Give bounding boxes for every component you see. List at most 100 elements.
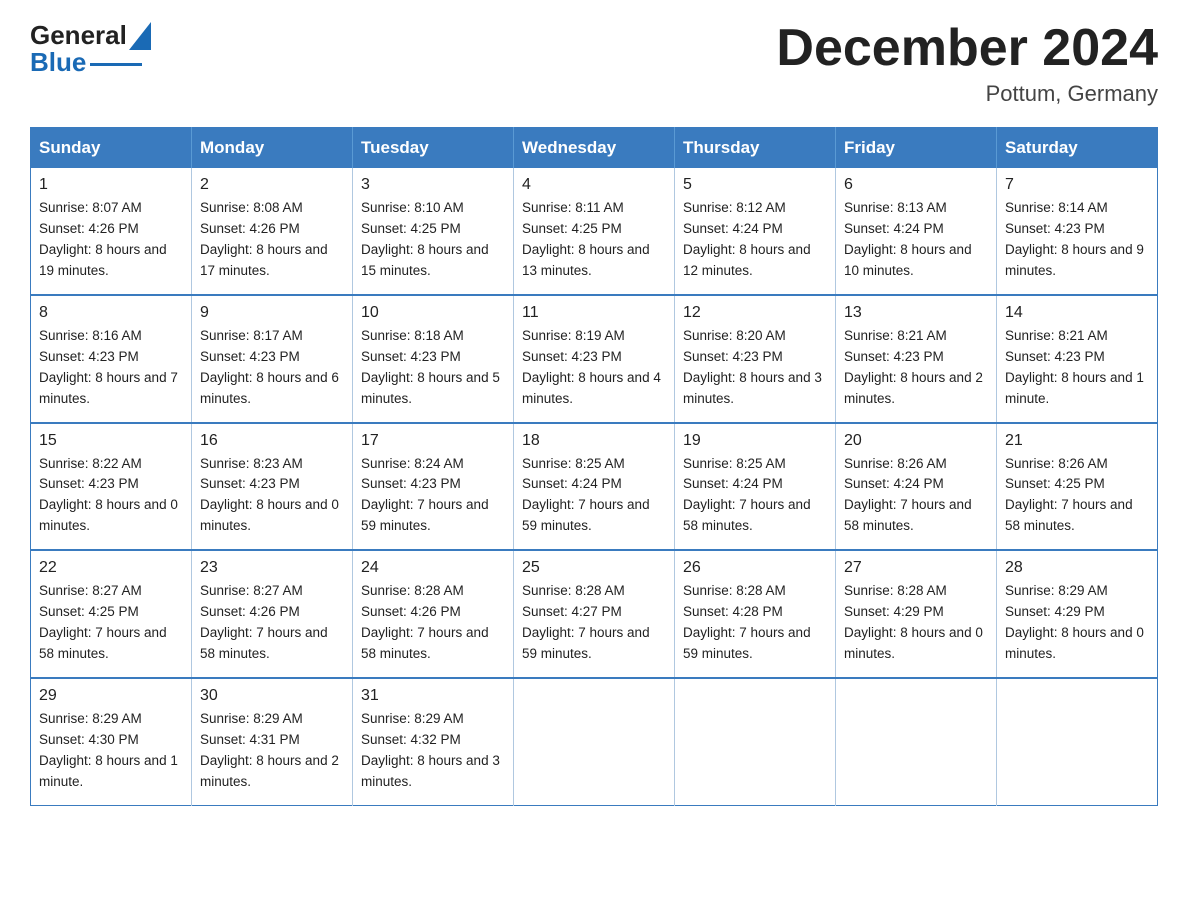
calendar-cell: 26 Sunrise: 8:28 AMSunset: 4:28 PMDaylig… xyxy=(675,550,836,678)
day-number: 16 xyxy=(200,432,344,450)
day-number: 6 xyxy=(844,176,988,194)
day-number: 1 xyxy=(39,176,183,194)
day-number: 24 xyxy=(361,559,505,577)
day-info: Sunrise: 8:28 AMSunset: 4:29 PMDaylight:… xyxy=(844,581,988,665)
day-number: 13 xyxy=(844,304,988,322)
day-info: Sunrise: 8:29 AMSunset: 4:31 PMDaylight:… xyxy=(200,709,344,793)
calendar-week-row: 22 Sunrise: 8:27 AMSunset: 4:25 PMDaylig… xyxy=(31,550,1158,678)
day-number: 25 xyxy=(522,559,666,577)
day-info: Sunrise: 8:11 AMSunset: 4:25 PMDaylight:… xyxy=(522,198,666,282)
day-info: Sunrise: 8:26 AMSunset: 4:25 PMDaylight:… xyxy=(1005,454,1149,538)
day-info: Sunrise: 8:18 AMSunset: 4:23 PMDaylight:… xyxy=(361,326,505,410)
day-number: 28 xyxy=(1005,559,1149,577)
col-header-thursday: Thursday xyxy=(675,128,836,169)
calendar-cell: 16 Sunrise: 8:23 AMSunset: 4:23 PMDaylig… xyxy=(192,423,353,551)
col-header-monday: Monday xyxy=(192,128,353,169)
day-info: Sunrise: 8:29 AMSunset: 4:29 PMDaylight:… xyxy=(1005,581,1149,665)
day-info: Sunrise: 8:28 AMSunset: 4:27 PMDaylight:… xyxy=(522,581,666,665)
calendar-cell: 21 Sunrise: 8:26 AMSunset: 4:25 PMDaylig… xyxy=(997,423,1158,551)
day-info: Sunrise: 8:07 AMSunset: 4:26 PMDaylight:… xyxy=(39,198,183,282)
calendar-cell: 18 Sunrise: 8:25 AMSunset: 4:24 PMDaylig… xyxy=(514,423,675,551)
month-title: December 2024 xyxy=(776,20,1158,77)
day-info: Sunrise: 8:21 AMSunset: 4:23 PMDaylight:… xyxy=(1005,326,1149,410)
day-info: Sunrise: 8:28 AMSunset: 4:26 PMDaylight:… xyxy=(361,581,505,665)
calendar-cell: 9 Sunrise: 8:17 AMSunset: 4:23 PMDayligh… xyxy=(192,295,353,423)
calendar-cell: 20 Sunrise: 8:26 AMSunset: 4:24 PMDaylig… xyxy=(836,423,997,551)
calendar-cell: 24 Sunrise: 8:28 AMSunset: 4:26 PMDaylig… xyxy=(353,550,514,678)
day-info: Sunrise: 8:16 AMSunset: 4:23 PMDaylight:… xyxy=(39,326,183,410)
day-info: Sunrise: 8:19 AMSunset: 4:23 PMDaylight:… xyxy=(522,326,666,410)
day-info: Sunrise: 8:08 AMSunset: 4:26 PMDaylight:… xyxy=(200,198,344,282)
day-number: 18 xyxy=(522,432,666,450)
day-number: 4 xyxy=(522,176,666,194)
day-number: 8 xyxy=(39,304,183,322)
col-header-tuesday: Tuesday xyxy=(353,128,514,169)
day-info: Sunrise: 8:27 AMSunset: 4:25 PMDaylight:… xyxy=(39,581,183,665)
day-number: 14 xyxy=(1005,304,1149,322)
calendar-cell: 2 Sunrise: 8:08 AMSunset: 4:26 PMDayligh… xyxy=(192,168,353,295)
day-info: Sunrise: 8:29 AMSunset: 4:32 PMDaylight:… xyxy=(361,709,505,793)
calendar-cell: 6 Sunrise: 8:13 AMSunset: 4:24 PMDayligh… xyxy=(836,168,997,295)
logo: General Blue xyxy=(30,20,151,78)
calendar-cell: 27 Sunrise: 8:28 AMSunset: 4:29 PMDaylig… xyxy=(836,550,997,678)
calendar-cell: 10 Sunrise: 8:18 AMSunset: 4:23 PMDaylig… xyxy=(353,295,514,423)
day-number: 9 xyxy=(200,304,344,322)
col-header-wednesday: Wednesday xyxy=(514,128,675,169)
day-info: Sunrise: 8:21 AMSunset: 4:23 PMDaylight:… xyxy=(844,326,988,410)
calendar-cell: 22 Sunrise: 8:27 AMSunset: 4:25 PMDaylig… xyxy=(31,550,192,678)
day-number: 3 xyxy=(361,176,505,194)
day-info: Sunrise: 8:25 AMSunset: 4:24 PMDaylight:… xyxy=(522,454,666,538)
calendar-cell: 4 Sunrise: 8:11 AMSunset: 4:25 PMDayligh… xyxy=(514,168,675,295)
day-info: Sunrise: 8:29 AMSunset: 4:30 PMDaylight:… xyxy=(39,709,183,793)
day-number: 17 xyxy=(361,432,505,450)
calendar-cell: 15 Sunrise: 8:22 AMSunset: 4:23 PMDaylig… xyxy=(31,423,192,551)
day-info: Sunrise: 8:27 AMSunset: 4:26 PMDaylight:… xyxy=(200,581,344,665)
calendar-table: SundayMondayTuesdayWednesdayThursdayFrid… xyxy=(30,127,1158,805)
day-number: 2 xyxy=(200,176,344,194)
day-number: 21 xyxy=(1005,432,1149,450)
calendar-header-row: SundayMondayTuesdayWednesdayThursdayFrid… xyxy=(31,128,1158,169)
day-info: Sunrise: 8:25 AMSunset: 4:24 PMDaylight:… xyxy=(683,454,827,538)
day-number: 20 xyxy=(844,432,988,450)
day-number: 15 xyxy=(39,432,183,450)
page-header: General Blue December 2024 Pottum, Germa… xyxy=(30,20,1158,107)
day-info: Sunrise: 8:28 AMSunset: 4:28 PMDaylight:… xyxy=(683,581,827,665)
calendar-cell: 3 Sunrise: 8:10 AMSunset: 4:25 PMDayligh… xyxy=(353,168,514,295)
day-number: 12 xyxy=(683,304,827,322)
day-number: 5 xyxy=(683,176,827,194)
calendar-cell: 12 Sunrise: 8:20 AMSunset: 4:23 PMDaylig… xyxy=(675,295,836,423)
calendar-cell: 8 Sunrise: 8:16 AMSunset: 4:23 PMDayligh… xyxy=(31,295,192,423)
day-number: 10 xyxy=(361,304,505,322)
col-header-sunday: Sunday xyxy=(31,128,192,169)
calendar-cell xyxy=(675,678,836,805)
calendar-cell: 13 Sunrise: 8:21 AMSunset: 4:23 PMDaylig… xyxy=(836,295,997,423)
day-number: 19 xyxy=(683,432,827,450)
calendar-cell: 31 Sunrise: 8:29 AMSunset: 4:32 PMDaylig… xyxy=(353,678,514,805)
calendar-cell: 19 Sunrise: 8:25 AMSunset: 4:24 PMDaylig… xyxy=(675,423,836,551)
day-number: 11 xyxy=(522,304,666,322)
day-number: 30 xyxy=(200,687,344,705)
day-info: Sunrise: 8:14 AMSunset: 4:23 PMDaylight:… xyxy=(1005,198,1149,282)
day-number: 27 xyxy=(844,559,988,577)
calendar-cell: 30 Sunrise: 8:29 AMSunset: 4:31 PMDaylig… xyxy=(192,678,353,805)
title-block: December 2024 Pottum, Germany xyxy=(776,20,1158,107)
day-info: Sunrise: 8:10 AMSunset: 4:25 PMDaylight:… xyxy=(361,198,505,282)
day-info: Sunrise: 8:22 AMSunset: 4:23 PMDaylight:… xyxy=(39,454,183,538)
day-info: Sunrise: 8:13 AMSunset: 4:24 PMDaylight:… xyxy=(844,198,988,282)
calendar-cell xyxy=(836,678,997,805)
calendar-cell: 25 Sunrise: 8:28 AMSunset: 4:27 PMDaylig… xyxy=(514,550,675,678)
day-info: Sunrise: 8:12 AMSunset: 4:24 PMDaylight:… xyxy=(683,198,827,282)
day-number: 31 xyxy=(361,687,505,705)
calendar-cell xyxy=(514,678,675,805)
day-number: 23 xyxy=(200,559,344,577)
calendar-cell: 1 Sunrise: 8:07 AMSunset: 4:26 PMDayligh… xyxy=(31,168,192,295)
day-info: Sunrise: 8:23 AMSunset: 4:23 PMDaylight:… xyxy=(200,454,344,538)
location: Pottum, Germany xyxy=(776,81,1158,107)
logo-underline xyxy=(90,63,142,66)
calendar-cell xyxy=(997,678,1158,805)
day-number: 26 xyxy=(683,559,827,577)
col-header-saturday: Saturday xyxy=(997,128,1158,169)
day-number: 22 xyxy=(39,559,183,577)
day-info: Sunrise: 8:24 AMSunset: 4:23 PMDaylight:… xyxy=(361,454,505,538)
calendar-cell: 17 Sunrise: 8:24 AMSunset: 4:23 PMDaylig… xyxy=(353,423,514,551)
